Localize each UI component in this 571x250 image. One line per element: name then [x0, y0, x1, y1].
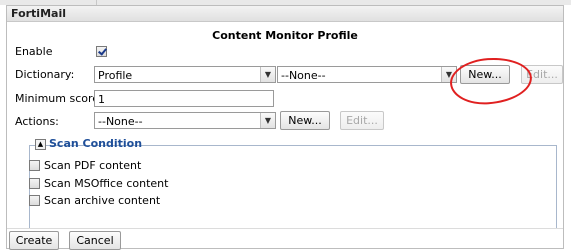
scan-condition-title: Scan Condition	[49, 137, 143, 150]
min-score-label: Minimum score:	[15, 92, 103, 105]
min-score-value: 1	[98, 93, 105, 106]
actions-edit-button[interactable]: Edit...	[340, 111, 384, 130]
dictionary-type-value: Profile	[98, 69, 133, 82]
collapse-icon[interactable]: ▲	[35, 139, 46, 150]
actions-select[interactable]: --None-- ▼	[94, 112, 276, 129]
enable-checkbox[interactable]	[96, 46, 107, 57]
scan-condition-legend: ▲ Scan Condition	[35, 137, 142, 153]
profile-title: Content Monitor Profile	[212, 29, 358, 42]
chevron-down-icon: ▼	[260, 67, 275, 82]
enable-label: Enable	[15, 45, 53, 58]
dictionary-label: Dictionary:	[15, 68, 75, 81]
footer-divider	[7, 228, 563, 229]
scan-msoffice-checkbox[interactable]	[29, 178, 40, 189]
profile-dialog: FortiMail Content Monitor Profile Enable…	[6, 5, 564, 250]
scan-msoffice-label: Scan MSOffice content	[44, 177, 169, 190]
scan-archive-label: Scan archive content	[44, 194, 161, 207]
scan-archive-checkbox[interactable]	[29, 195, 40, 206]
app-title: FortiMail	[11, 7, 66, 20]
red-annotation-circle	[448, 55, 534, 107]
actions-value: --None--	[98, 115, 143, 128]
min-score-input[interactable]: 1	[94, 90, 274, 107]
actions-new-button[interactable]: New...	[280, 111, 330, 130]
chevron-down-icon: ▼	[260, 113, 275, 128]
dictionary-value: --None--	[281, 69, 326, 82]
cancel-button[interactable]: Cancel	[69, 231, 121, 250]
title-bar: FortiMail	[7, 6, 563, 22]
scan-pdf-checkbox[interactable]	[29, 160, 40, 171]
create-button[interactable]: Create	[9, 231, 59, 250]
scan-pdf-label: Scan PDF content	[44, 159, 142, 172]
actions-label: Actions:	[15, 115, 59, 128]
dictionary-select[interactable]: --None-- ▼	[277, 66, 457, 83]
dictionary-type-select[interactable]: Profile ▼	[94, 66, 276, 83]
